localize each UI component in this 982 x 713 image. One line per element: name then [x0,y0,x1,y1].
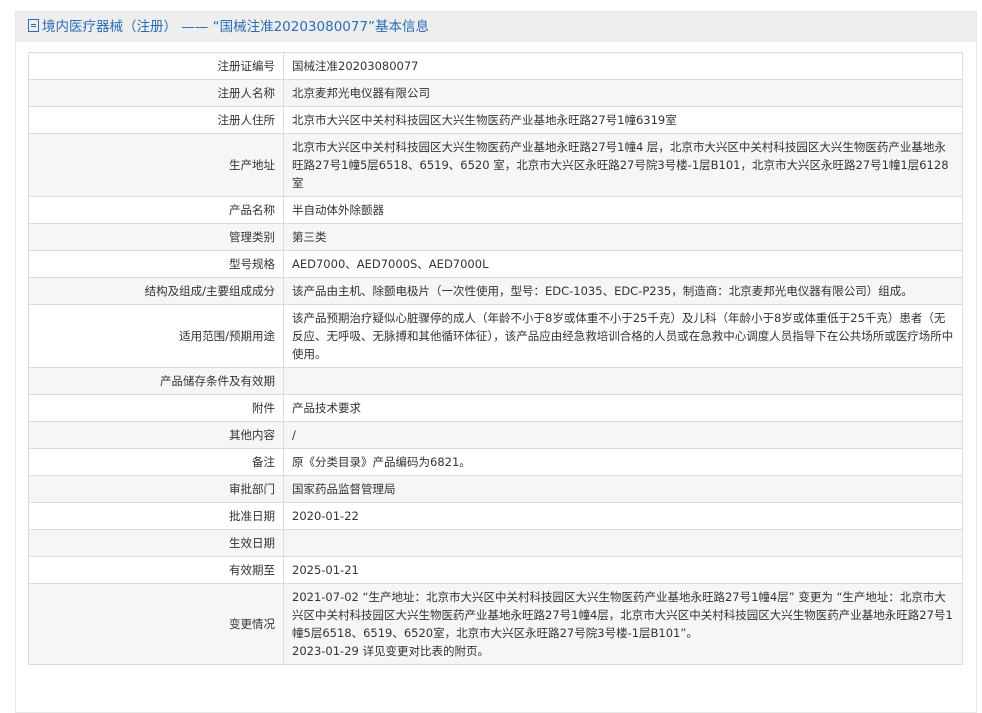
table-row: 注册人名称 北京麦邦光电仪器有限公司 [28,79,963,107]
field-value: 北京市大兴区中关村科技园区大兴生物医药产业基地永旺路27号1幢4 层，北京市大兴… [283,133,963,197]
table-row: 型号规格 AED7000、AED7000S、AED7000L [28,250,963,278]
field-value: 2020-01-22 [283,502,963,530]
field-value: 第三类 [283,223,963,251]
table-row: 生效日期 [28,529,963,557]
field-label: 变更情况 [28,583,284,665]
table-row: 有效期至 2025-01-21 [28,556,963,584]
page-title: 境内医疗器械（注册） —— “国械注准20203080077”基本信息 [42,19,430,35]
field-label: 批准日期 [28,502,284,530]
field-value: 国械注准20203080077 [283,52,963,80]
field-value: 2025-01-21 [283,556,963,584]
field-label: 有效期至 [28,556,284,584]
table-row: 变更情况 2021-07-02 “生产地址：北京市大兴区中关村科技园区大兴生物医药… [28,583,963,665]
field-label: 审批部门 [28,475,284,503]
field-value: 原《分类目录》产品编码为6821。 [283,448,963,476]
field-value: AED7000、AED7000S、AED7000L [283,250,963,278]
change-entry: 2023-01-29 详见变更对比表的附页。 [292,644,489,658]
field-value: 国家药品监督管理局 [283,475,963,503]
field-value: 北京市大兴区中关村科技园区大兴生物医药产业基地永旺路27号1幢6319室 [283,106,963,134]
field-label: 其他内容 [28,421,284,449]
table-row: 适用范围/预期用途 该产品预期治疗疑似心脏骤停的成人（年龄不小于8岁或体重不小于2… [28,304,963,368]
panel-header: 境内医疗器械（注册） —— “国械注准20203080077”基本信息 [16,12,976,42]
field-label: 备注 [28,448,284,476]
table-row: 批准日期 2020-01-22 [28,502,963,530]
field-value [283,529,963,557]
field-label: 产品名称 [28,196,284,224]
table-row: 管理类别 第三类 [28,223,963,251]
field-value [283,367,963,395]
field-label: 生效日期 [28,529,284,557]
field-value: 产品技术要求 [283,394,963,422]
field-label: 型号规格 [28,250,284,278]
field-label: 附件 [28,394,284,422]
field-value: 半自动体外除颤器 [283,196,963,224]
field-value: 该产品由主机、除颤电极片（一次性使用，型号：EDC-1035、EDC-P235，… [283,277,963,305]
table-row: 备注 原《分类目录》产品编码为6821。 [28,448,963,476]
field-value: 北京麦邦光电仪器有限公司 [283,79,963,107]
field-label: 注册证编号 [28,52,284,80]
table-row: 结构及组成/主要组成成分 该产品由主机、除颤电极片（一次性使用，型号：EDC-10… [28,277,963,305]
field-label: 注册人住所 [28,106,284,134]
detail-panel: 境内医疗器械（注册） —— “国械注准20203080077”基本信息 注册证编… [15,11,977,713]
table-row: 附件 产品技术要求 [28,394,963,422]
field-label: 结构及组成/主要组成成分 [28,277,284,305]
field-label: 生产地址 [28,133,284,197]
document-icon [28,19,39,32]
table-row: 注册人住所 北京市大兴区中关村科技园区大兴生物医药产业基地永旺路27号1幢6319… [28,106,963,134]
field-label: 管理类别 [28,223,284,251]
table-row: 审批部门 国家药品监督管理局 [28,475,963,503]
field-label: 适用范围/预期用途 [28,304,284,368]
table-row: 产品储存条件及有效期 [28,367,963,395]
field-label: 注册人名称 [28,79,284,107]
table-row: 注册证编号 国械注准20203080077 [28,52,963,80]
field-value: / [283,421,963,449]
info-table: 注册证编号 国械注准20203080077 注册人名称 北京麦邦光电仪器有限公司 注册人… [28,52,963,665]
field-value: 2021-07-02 “生产地址：北京市大兴区中关村科技园区大兴生物医药产业基地… [283,583,963,665]
table-row: 产品名称 半自动体外除颤器 [28,196,963,224]
table-row: 其他内容 / [28,421,963,449]
field-value: 该产品预期治疗疑似心脏骤停的成人（年龄不小于8岁或体重不小于25千克）及儿科（年… [283,304,963,368]
change-entry: 2021-07-02 “生产地址：北京市大兴区中关村科技园区大兴生物医药产业基地… [292,590,953,640]
table-row: 生产地址 北京市大兴区中关村科技园区大兴生物医药产业基地永旺路27号1幢4 层，北… [28,133,963,197]
field-label: 产品储存条件及有效期 [28,367,284,395]
